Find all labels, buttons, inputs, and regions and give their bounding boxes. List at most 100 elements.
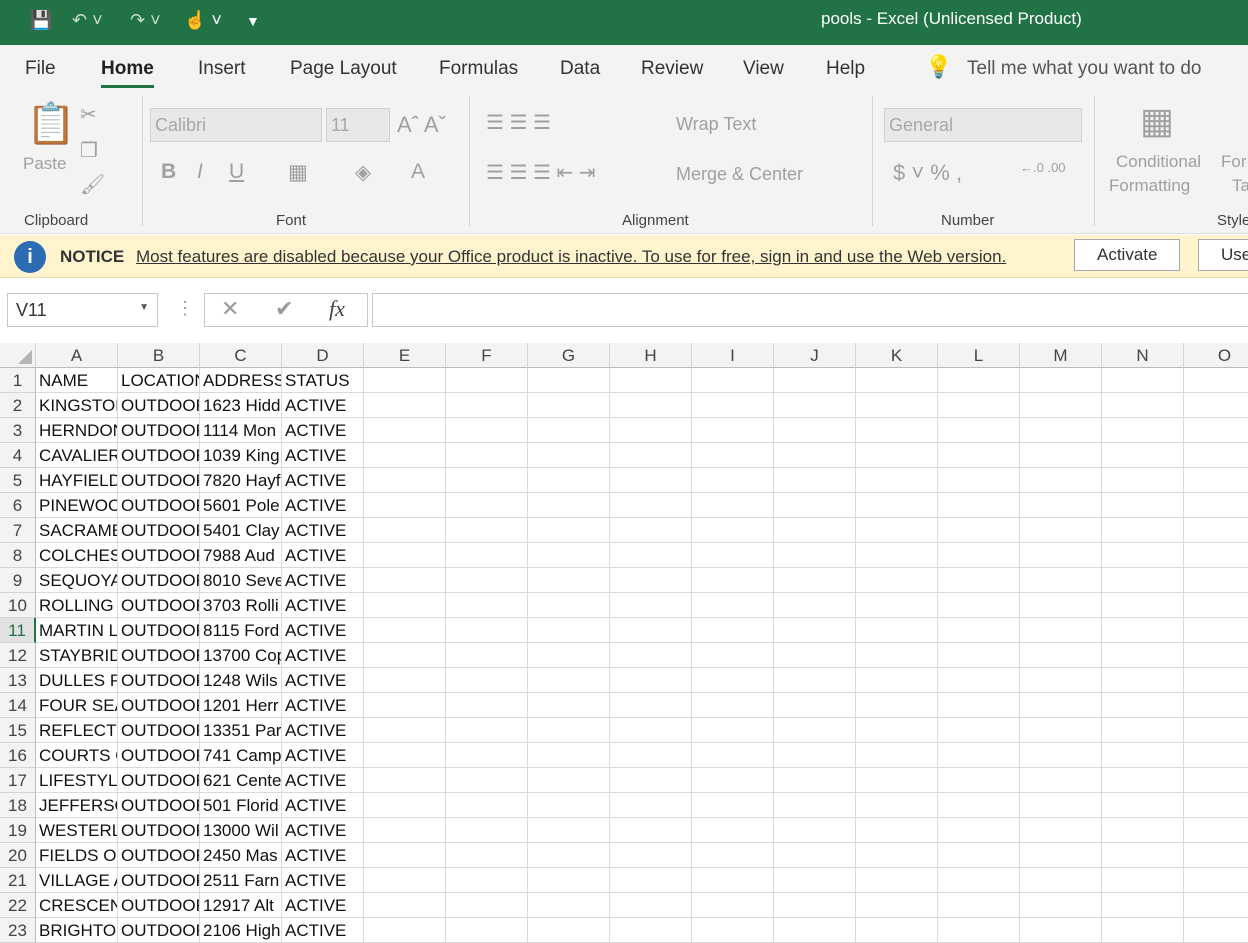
cell[interactable] <box>856 768 938 793</box>
cell[interactable] <box>938 593 1020 618</box>
cell[interactable]: 3703 Rolli <box>200 593 282 618</box>
cell[interactable]: ACTIVE <box>282 618 364 643</box>
align-top-icon[interactable]: ☰ ☰ ☰ <box>486 110 551 135</box>
row-header[interactable]: 8 <box>0 543 36 568</box>
cell[interactable] <box>1020 518 1102 543</box>
cell[interactable] <box>774 818 856 843</box>
cell[interactable]: CRESCENT <box>36 893 118 918</box>
cell[interactable] <box>610 643 692 668</box>
row-header[interactable]: 23 <box>0 918 36 943</box>
cell[interactable]: ADDRESS <box>200 368 282 393</box>
cell[interactable] <box>364 418 446 443</box>
cell[interactable]: HERNDON <box>36 418 118 443</box>
cell[interactable] <box>610 693 692 718</box>
italic-icon[interactable]: I <box>197 160 203 184</box>
cell[interactable] <box>692 918 774 943</box>
cell[interactable]: NAME <box>36 368 118 393</box>
row-header[interactable]: 7 <box>0 518 36 543</box>
cell[interactable] <box>1020 743 1102 768</box>
borders-icon[interactable]: ▦ <box>288 160 308 185</box>
cell[interactable] <box>610 818 692 843</box>
cell[interactable] <box>774 843 856 868</box>
cell[interactable] <box>364 593 446 618</box>
cell[interactable] <box>1184 768 1248 793</box>
cell[interactable] <box>1020 618 1102 643</box>
cell[interactable]: OUTDOOR <box>118 668 200 693</box>
font-size-select[interactable]: 11 <box>326 108 390 142</box>
cell[interactable]: 8010 Seve <box>200 568 282 593</box>
cell[interactable] <box>610 493 692 518</box>
cell[interactable]: OUTDOOR <box>118 743 200 768</box>
cell[interactable] <box>1020 393 1102 418</box>
cell[interactable] <box>364 493 446 518</box>
cell[interactable]: BRIGHTON <box>36 918 118 943</box>
cell[interactable] <box>528 768 610 793</box>
cell[interactable]: WESTERLY <box>36 818 118 843</box>
cell[interactable] <box>938 918 1020 943</box>
cell[interactable] <box>692 868 774 893</box>
cell[interactable]: OUTDOOR <box>118 468 200 493</box>
cell[interactable] <box>692 643 774 668</box>
cell[interactable]: OUTDOOR <box>118 493 200 518</box>
cell[interactable] <box>364 793 446 818</box>
cell[interactable] <box>938 768 1020 793</box>
cell[interactable] <box>1020 493 1102 518</box>
cell[interactable] <box>856 493 938 518</box>
cell[interactable] <box>938 693 1020 718</box>
cell[interactable] <box>528 693 610 718</box>
cell[interactable] <box>692 593 774 618</box>
cell[interactable] <box>692 443 774 468</box>
cell[interactable] <box>856 618 938 643</box>
cell[interactable]: ACTIVE <box>282 468 364 493</box>
cell[interactable] <box>774 918 856 943</box>
cell[interactable] <box>446 893 528 918</box>
cell[interactable] <box>364 693 446 718</box>
cell[interactable] <box>1102 593 1184 618</box>
cell[interactable]: VILLAGE A <box>36 868 118 893</box>
row-header[interactable]: 20 <box>0 843 36 868</box>
cell[interactable] <box>1020 818 1102 843</box>
cell[interactable]: ROLLING H <box>36 593 118 618</box>
cell[interactable] <box>610 668 692 693</box>
cell[interactable] <box>938 493 1020 518</box>
cell[interactable] <box>938 743 1020 768</box>
cell[interactable] <box>856 593 938 618</box>
cell[interactable] <box>774 793 856 818</box>
row-header[interactable]: 21 <box>0 868 36 893</box>
cell[interactable] <box>1020 868 1102 893</box>
cell[interactable] <box>692 393 774 418</box>
cell[interactable] <box>938 568 1020 593</box>
cell[interactable] <box>1184 618 1248 643</box>
cell[interactable] <box>1020 543 1102 568</box>
cell[interactable] <box>1020 368 1102 393</box>
conditional-formatting-button[interactable]: Conditional <box>1116 152 1201 172</box>
cell[interactable] <box>938 843 1020 868</box>
cell[interactable] <box>610 868 692 893</box>
row-header[interactable]: 5 <box>0 468 36 493</box>
cell[interactable] <box>446 793 528 818</box>
cell[interactable]: 2106 High <box>200 918 282 943</box>
cell[interactable] <box>938 518 1020 543</box>
cell[interactable] <box>856 443 938 468</box>
cell[interactable] <box>938 793 1020 818</box>
cell[interactable]: 2450 Mas <box>200 843 282 868</box>
cell[interactable] <box>1020 593 1102 618</box>
cell[interactable] <box>1020 468 1102 493</box>
row-header[interactable]: 15 <box>0 718 36 743</box>
cell[interactable] <box>774 418 856 443</box>
cell[interactable] <box>856 468 938 493</box>
cell[interactable] <box>1102 918 1184 943</box>
format-painter-icon[interactable]: 🖌 <box>80 172 105 197</box>
cell[interactable] <box>1184 468 1248 493</box>
cell[interactable] <box>446 693 528 718</box>
cell[interactable] <box>1020 793 1102 818</box>
cell[interactable] <box>1102 393 1184 418</box>
cell[interactable]: SEQUOYA <box>36 568 118 593</box>
cell[interactable] <box>938 543 1020 568</box>
cell[interactable] <box>938 868 1020 893</box>
cell[interactable] <box>938 618 1020 643</box>
cell[interactable] <box>446 743 528 768</box>
cell[interactable] <box>938 893 1020 918</box>
cell[interactable] <box>938 718 1020 743</box>
undo-icon[interactable]: ↶ ˅ <box>72 10 103 31</box>
